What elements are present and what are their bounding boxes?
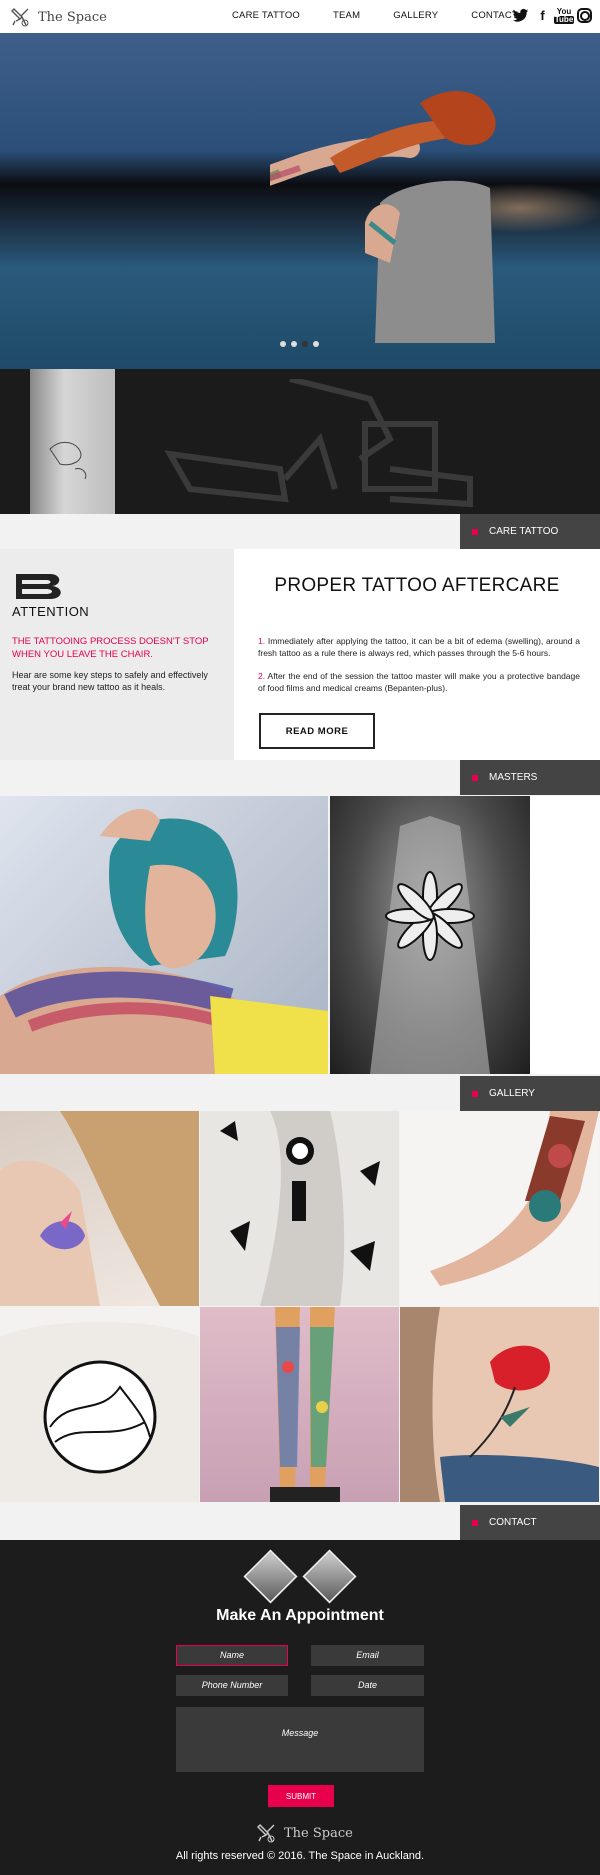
section-tab-care-tattoo[interactable]: CARE TATTOO bbox=[460, 514, 600, 549]
step-number: 1. bbox=[258, 636, 266, 646]
date-input[interactable]: Date bbox=[311, 1675, 424, 1696]
slider-dot-active[interactable] bbox=[302, 341, 308, 347]
appointment-heading: Make An Appointment bbox=[216, 1607, 384, 1624]
section-tab-contact[interactable]: CONTACT bbox=[460, 1505, 600, 1540]
youtube-label-bottom: Tube bbox=[553, 14, 575, 24]
avatar[interactable] bbox=[243, 1549, 298, 1604]
gallery-wave-circle-tattoo[interactable] bbox=[0, 1307, 199, 1502]
aftercare-step-1: 1. Immediately after applying the tattoo… bbox=[258, 635, 580, 659]
tab-marker-icon bbox=[472, 528, 478, 535]
aftercare-step-2: 2. After the end of the session the tatt… bbox=[258, 670, 580, 694]
contact-section: Make An Appointment Name Email Phone Num… bbox=[0, 1540, 600, 1875]
nav-care-tattoo[interactable]: CARE TATTOO bbox=[232, 10, 300, 21]
tab-label: CARE TATTOO bbox=[489, 526, 559, 537]
step-text: After the end of the session the tattoo … bbox=[258, 671, 580, 693]
hero-slider bbox=[0, 33, 600, 369]
tab-marker-icon bbox=[472, 1090, 478, 1097]
nav-team[interactable]: TEAM bbox=[333, 10, 360, 21]
gallery-red-poppy-tattoo[interactable] bbox=[400, 1307, 599, 1502]
tab-marker-icon bbox=[472, 1519, 478, 1526]
slider-dot[interactable] bbox=[291, 341, 297, 347]
tattoo-machine-logo-icon bbox=[257, 1824, 275, 1843]
tab-marker-icon bbox=[472, 774, 478, 781]
youtube-icon[interactable]: You Tube bbox=[553, 7, 575, 24]
name-input[interactable]: Name bbox=[176, 1645, 288, 1666]
slider-dot[interactable] bbox=[313, 341, 319, 347]
read-more-button[interactable]: READ MORE bbox=[259, 713, 375, 749]
letter-b-icon bbox=[16, 574, 61, 599]
footer-brand-name: The Space bbox=[284, 1825, 353, 1841]
phone-input[interactable]: Phone Number bbox=[176, 1675, 288, 1696]
slider-dots bbox=[280, 341, 324, 347]
message-textarea[interactable]: Message bbox=[176, 1707, 424, 1772]
site-header: The Space CARE TATTOO TEAM GALLERY CONTA… bbox=[0, 0, 600, 33]
master-photo-mandala-hands[interactable] bbox=[330, 796, 530, 1074]
tab-label: MASTERS bbox=[489, 772, 538, 783]
masters-avatars bbox=[243, 1549, 366, 1604]
gallery-colorful-legs-tattoo[interactable] bbox=[200, 1307, 399, 1502]
master-photo-blue-hair[interactable] bbox=[0, 796, 328, 1074]
step-text: Immediately after applying the tattoo, i… bbox=[258, 636, 580, 658]
tab-label: CONTACT bbox=[489, 1517, 537, 1528]
attention-heading: ATTENTION bbox=[12, 604, 90, 619]
brand-logo[interactable]: The Space bbox=[10, 5, 107, 29]
twitter-icon[interactable] bbox=[512, 7, 529, 24]
facebook-icon[interactable]: f bbox=[534, 7, 551, 24]
gallery-blackwork-sleeve-tattoo[interactable] bbox=[200, 1111, 399, 1306]
attention-description: Hear are some key steps to safely and ef… bbox=[12, 670, 208, 692]
masters-spacer bbox=[530, 796, 600, 1074]
attention-highlight: The tattooing process doesn't stop when … bbox=[12, 636, 209, 660]
main-nav: CARE TATTOO TEAM GALLERY CONTACT bbox=[232, 10, 551, 21]
world-map-wrist-tattoo-image bbox=[30, 369, 115, 514]
tattoo-machine-outline-icon bbox=[164, 379, 473, 508]
aftercare-panel: PROPER TATTOO AFTERCARE 1. Immediately a… bbox=[234, 549, 600, 760]
gallery-leg-sleeve-tattoo[interactable] bbox=[400, 1111, 599, 1306]
tab-label: GALLERY bbox=[489, 1088, 535, 1099]
aftercare-title: PROPER TATTOO AFTERCARE bbox=[274, 575, 560, 596]
copyright-text: All rights reserved © 2016. The Space in… bbox=[175, 1850, 425, 1862]
email-input[interactable]: Email bbox=[311, 1645, 424, 1666]
brand-name: The Space bbox=[38, 9, 107, 25]
care-banner bbox=[0, 369, 600, 514]
footer-logo[interactable]: The Space bbox=[256, 1821, 353, 1845]
step-number: 2. bbox=[258, 671, 266, 681]
tattoo-machine-logo-icon bbox=[11, 8, 29, 27]
section-tab-masters[interactable]: MASTERS bbox=[460, 760, 600, 795]
slider-dot[interactable] bbox=[280, 341, 286, 347]
avatar[interactable] bbox=[302, 1549, 357, 1604]
hero-tattooed-woman-image bbox=[270, 91, 496, 343]
section-tab-gallery[interactable]: GALLERY bbox=[460, 1076, 600, 1111]
submit-button[interactable]: SUBMIT bbox=[268, 1785, 334, 1807]
gallery-unicorn-back-tattoo[interactable] bbox=[0, 1111, 199, 1306]
instagram-icon[interactable] bbox=[577, 8, 592, 23]
nav-gallery[interactable]: GALLERY bbox=[393, 10, 438, 21]
attention-panel: ATTENTION The tattooing process doesn't … bbox=[0, 549, 234, 760]
social-links: f You Tube bbox=[507, 7, 592, 24]
